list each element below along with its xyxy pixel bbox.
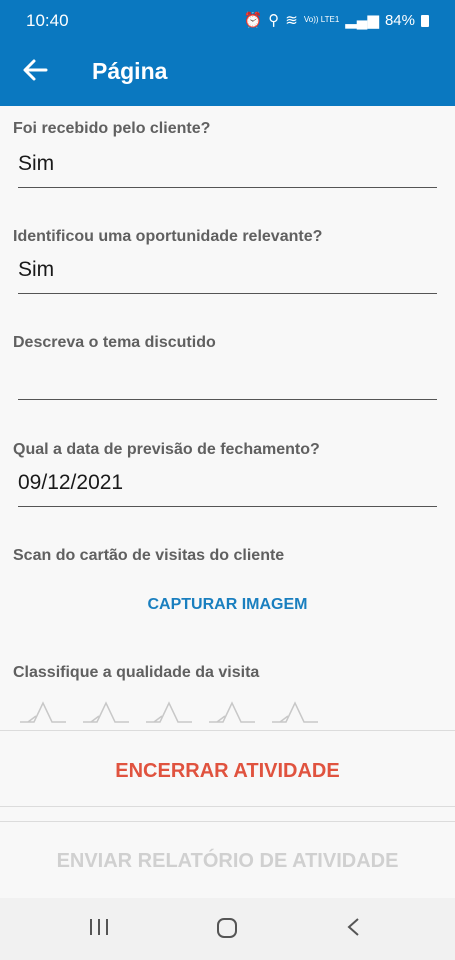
wifi-icon: ≋ [285, 12, 298, 29]
question-opportunity-label: Identificou uma oportunidade relevante? [13, 228, 323, 245]
battery-text: 84% [384, 11, 415, 29]
arrow-left-icon[interactable] [20, 55, 50, 85]
location-icon: ⚲ [268, 12, 280, 29]
recent-apps-icon[interactable] [88, 916, 110, 938]
rating-stars [18, 700, 320, 724]
question-received-label: Foi recebido pelo cliente? [13, 120, 211, 137]
star-outline-icon[interactable] [81, 700, 131, 724]
network-label: Vo)) LTE1 [303, 15, 340, 24]
scan-card-label: Scan do cartão de visitas do cliente [13, 547, 285, 564]
question-topic-field[interactable] [18, 358, 437, 400]
signal-icon: ▂▄▆ [345, 12, 379, 29]
close-activity-button[interactable]: ENCERRAR ATIVIDADE [0, 760, 455, 783]
star-outline-icon[interactable] [144, 700, 194, 724]
question-received-field[interactable]: Sim [18, 146, 437, 188]
closing-date-field[interactable]: 09/12/2021 [18, 465, 437, 507]
status-bar: 10:40 ⏰ ⚲ ≋ Vo)) LTE1 ▂▄▆ 84% [0, 0, 455, 36]
question-opportunity-field[interactable]: Sim [18, 252, 437, 294]
battery-icon [421, 15, 429, 27]
capture-image-button[interactable]: CAPTURAR IMAGEM [0, 596, 455, 614]
status-icons: ⏰ ⚲ ≋ Vo)) LTE1 ▂▄▆ 84% [244, 11, 429, 29]
question-closing-date-label: Qual a data de previsão de fechamento? [13, 441, 320, 458]
app-bar: Página [0, 36, 455, 106]
star-outline-icon[interactable] [18, 700, 68, 724]
back-chevron-icon[interactable] [343, 916, 365, 938]
divider [0, 730, 455, 731]
star-outline-icon[interactable] [270, 700, 320, 724]
alarm-icon: ⏰ [243, 12, 263, 29]
question-topic-label: Descreva o tema discutido [13, 334, 216, 351]
system-nav-bar [0, 898, 455, 960]
send-report-button[interactable]: ENVIAR RELATÓRIO DE ATIVIDADE [0, 850, 455, 873]
page-title: Página [92, 58, 168, 84]
divider [0, 821, 455, 822]
star-outline-icon[interactable] [207, 700, 257, 724]
status-time: 10:40 [26, 11, 69, 30]
divider [0, 806, 455, 807]
home-icon[interactable] [215, 916, 239, 940]
rating-label: Classifique a qualidade da visita [13, 664, 260, 681]
